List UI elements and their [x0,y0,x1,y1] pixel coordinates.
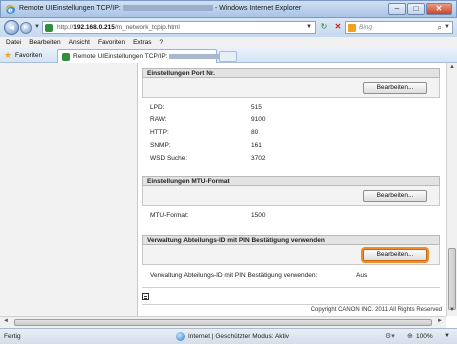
menu-ansicht[interactable]: Ansicht [69,37,90,48]
horizontal-scroll-thumb[interactable] [14,319,432,326]
history-dropdown-icon[interactable]: ▼ [34,24,40,30]
tab-favicon-icon [62,53,70,61]
redacted-tab-text [169,53,220,59]
port-value-lpd: 515 [251,104,262,111]
dept-id-label: Verwaltung Abteilungs-ID mit PIN Bestäti… [150,272,318,279]
browser-tab[interactable]: Remote UIEinstellungen TCP/IP: [57,49,220,63]
back-button[interactable]: ◄ [4,20,19,35]
search-box[interactable]: Bing ⌕ ▼ [345,21,453,34]
edit-dept-id-button[interactable]: Bearbeiten... [363,249,427,261]
window-title: Remote UIEinstellungen TCP/IP: - Windows … [19,5,302,12]
zoom-dropdown-icon[interactable]: ▼ [444,333,450,339]
zoom-level[interactable]: 100% [416,333,433,340]
search-icon[interactable]: ⌕ [438,23,442,33]
zoom-icon[interactable]: ⊕ [407,332,413,340]
refresh-icon[interactable]: ↻ [318,21,330,33]
vertical-scroll-thumb[interactable] [448,248,456,310]
address-bar[interactable]: http://192.168.0.215/m_network_tcpip.htm… [42,21,316,34]
internet-explorer-icon: e [5,5,16,15]
section-header: Einstellungen MTU-Format [142,176,440,186]
main-content: Einstellungen Port Nr. Bearbeiten... LPD… [138,63,446,316]
section-header: Einstellungen Port Nr. [142,68,440,78]
port-value-http: 80 [251,129,259,136]
page-favicon-icon [45,24,53,32]
search-dropdown-icon[interactable]: ▼ [444,24,450,30]
section-header: Verwaltung Abteilungs-ID mit PIN Bestäti… [142,235,440,245]
scroll-right-icon[interactable]: ► [437,318,443,324]
address-url[interactable]: http://192.168.0.215/m_network_tcpip.htm… [57,24,180,31]
divider [142,304,440,305]
menu-bearbeiten[interactable]: Bearbeiten [29,37,60,48]
port-value-wsd: 3702 [251,155,266,162]
edit-port-button[interactable]: Bearbeiten... [363,82,427,94]
page-icon[interactable] [142,293,149,300]
dept-id-section: Verwaltung Abteilungs-ID mit PIN Bestäti… [142,235,440,265]
redacted-hostname [122,5,213,12]
window-titlebar: e Remote UIEinstellungen TCP/IP: - Window… [0,0,457,18]
horizontal-scrollbar[interactable]: ◄ ► [0,316,446,328]
navigation-bar: ◄ ► ▼ http://192.168.0.215/m_network_tcp… [0,18,457,37]
left-navigation-pane [0,63,138,316]
scroll-down-icon[interactable]: ▼ [449,307,455,313]
edit-mtu-button[interactable]: Bearbeiten... [363,190,427,202]
forward-button[interactable]: ► [20,22,32,34]
internet-zone-icon [176,332,185,341]
port-label-http: HTTP: [150,129,169,136]
mtu-value: 1500 [251,212,266,219]
copyright-text: Copyright CANON INC. 2011 All Rights Res… [310,307,442,313]
vertical-scrollbar[interactable]: ▲ ▼ [446,63,457,316]
port-label-snmp: SNMP: [150,142,171,149]
port-label-lpd: LPD: [150,104,165,111]
svg-text:e: e [8,7,13,15]
stop-icon[interactable]: ✕ [332,21,344,33]
favorites-bar: ★ Favoriten Remote UIEinstellungen TCP/I… [0,48,457,63]
favorites-button[interactable]: Favoriten [15,52,42,59]
minimize-button[interactable]: – [388,3,406,15]
mtu-settings-section: Einstellungen MTU-Format Bearbeiten... [142,176,440,206]
port-label-raw: RAW: [150,116,167,123]
scroll-left-icon[interactable]: ◄ [3,318,9,324]
tools-icon[interactable]: ⚙▾ [385,332,395,340]
security-zone[interactable]: Internet | Geschützter Modus: Aktiv [188,333,289,340]
port-settings-section: Einstellungen Port Nr. Bearbeiten... [142,68,440,98]
tab-label: Remote UIEinstellungen TCP/IP: [73,53,220,60]
maximize-button[interactable]: □ [407,3,425,15]
new-tab-button[interactable] [219,51,237,62]
bing-icon [348,24,356,32]
status-text: Fertig [4,333,21,340]
menu-bar: Datei Bearbeiten Ansicht Favoriten Extra… [0,37,457,48]
section-actions: Bearbeiten... [142,186,440,206]
status-bar: Fertig Internet | Geschützter Modus: Akt… [0,328,457,344]
section-actions: Bearbeiten... [142,78,440,98]
address-dropdown-icon[interactable]: ▼ [306,24,312,30]
search-placeholder: Bing [359,24,373,31]
menu-help[interactable]: ? [160,37,164,48]
section-actions: Bearbeiten... [142,245,440,265]
port-value-raw: 9100 [251,116,266,123]
menu-datei[interactable]: Datei [6,37,21,48]
port-label-wsd: WSD Suche: [150,155,188,162]
mtu-label: MTU-Format: [150,212,189,219]
page-viewport: Einstellungen Port Nr. Bearbeiten... LPD… [0,63,457,328]
menu-extras[interactable]: Extras [133,37,151,48]
favorites-star-icon[interactable]: ★ [4,50,12,61]
scroll-up-icon[interactable]: ▲ [449,64,455,70]
dept-id-value: Aus [356,272,368,279]
divider [142,287,440,288]
close-button[interactable]: ✕ [426,3,452,15]
menu-favoriten[interactable]: Favoriten [98,37,125,48]
port-value-snmp: 161 [251,142,262,149]
